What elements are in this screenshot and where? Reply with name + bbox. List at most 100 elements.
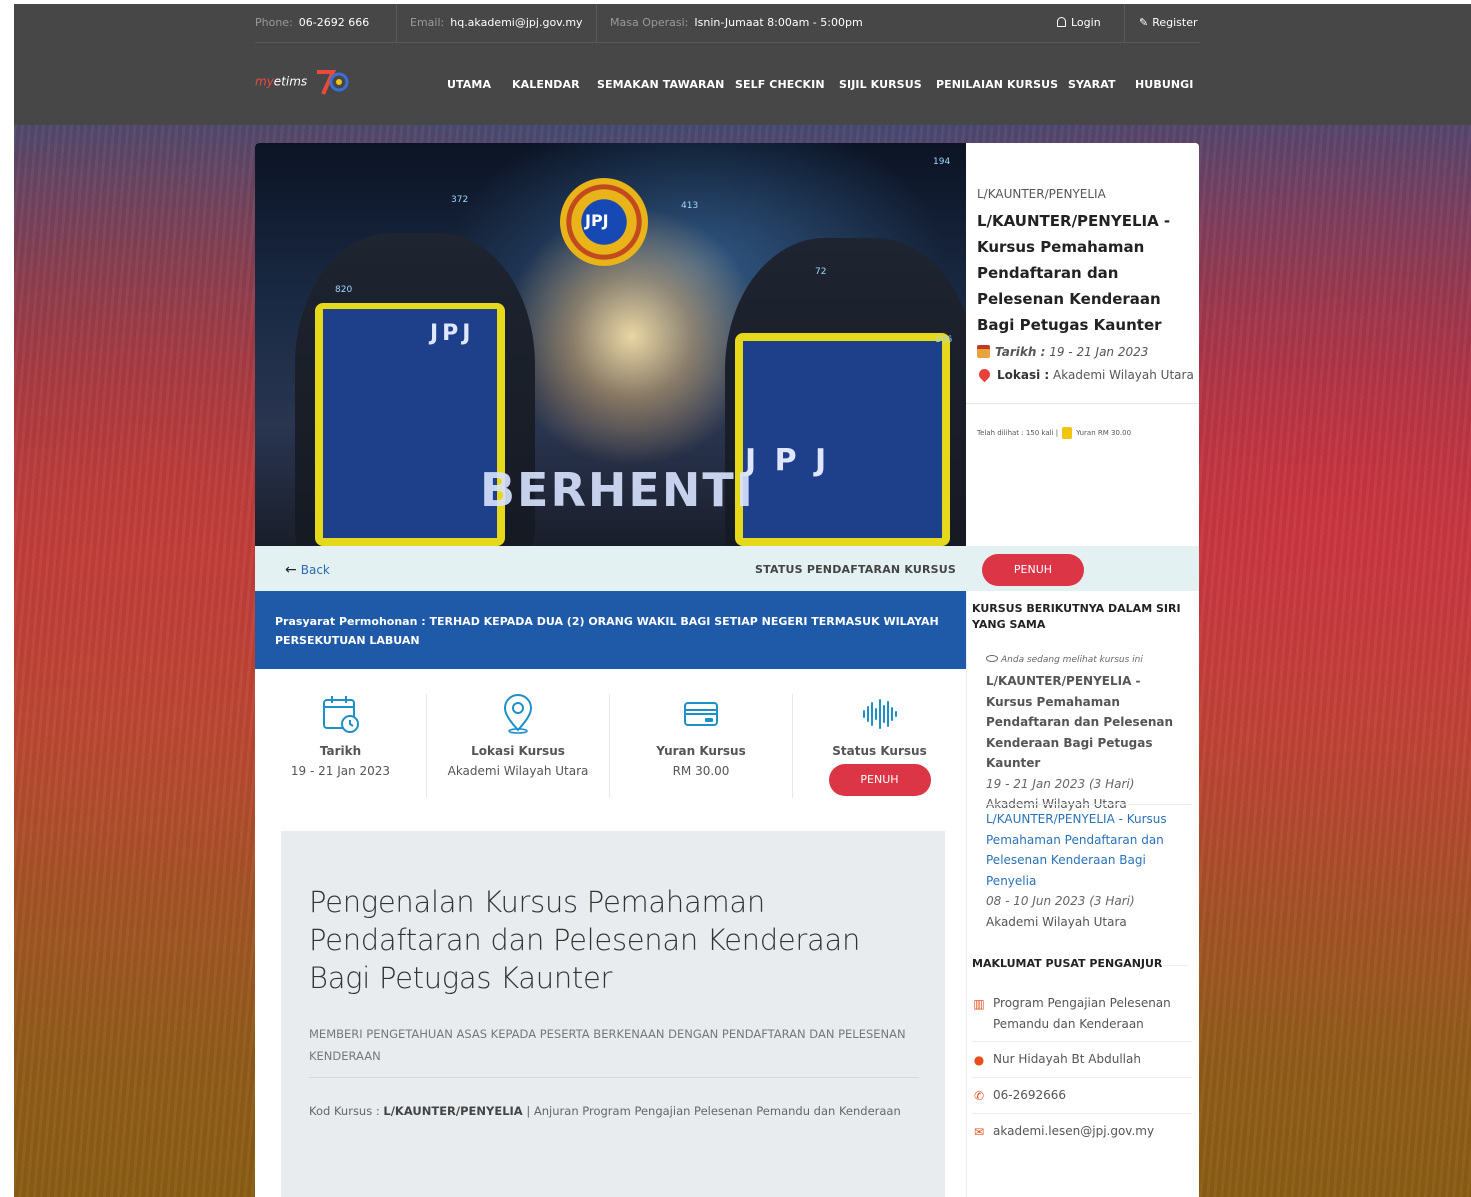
card-icon <box>684 702 718 726</box>
back-label: Back <box>300 563 330 577</box>
net-label: 194 <box>933 157 951 167</box>
registration-status-badge[interactable]: PENUH <box>982 554 1084 586</box>
organizer-program-text: Program Pengajian Pelesenan Pemandu dan … <box>993 996 1171 1031</box>
divider <box>972 1113 1192 1114</box>
series-course-location: Akademi Wilayah Utara <box>986 914 1127 929</box>
net-label: 72 <box>815 267 827 277</box>
course-status-badge[interactable]: PENUH <box>828 764 931 796</box>
coin-icon <box>1062 427 1073 439</box>
net-label: 372 <box>451 195 469 205</box>
location-label: Lokasi : <box>997 368 1050 382</box>
site-logo[interactable]: myetims <box>255 68 349 96</box>
logo-mark-icon <box>317 70 349 95</box>
series-course-date: 08 - 10 Jun 2023 (3 Hari) <box>986 894 1135 908</box>
series-course-current: L/KAUNTER/PENYELIA - Kursus Pemahaman Pe… <box>986 671 1186 815</box>
organizer-phone-text[interactable]: 06-2692666 <box>993 1085 1192 1106</box>
user-icon <box>1057 17 1066 27</box>
nav-self-checkin[interactable]: SELF CHECKIN <box>735 78 825 91</box>
course-category: L/KAUNTER/PENYELIA <box>977 187 1106 201</box>
divider <box>972 1077 1192 1078</box>
series-heading: KURSUS BERIKUTNYA DALAM SIRI YANG SAMA <box>972 602 1181 631</box>
vest-right <box>735 333 950 546</box>
back-link[interactable]: ← Back <box>285 562 330 578</box>
soundwave-icon <box>862 699 897 729</box>
register-link[interactable]: ✎ Register <box>1139 16 1198 29</box>
prerequisite-banner: Prasyarat Permohonan : TERHAD KEPADA DUA… <box>255 591 966 669</box>
organizer-heading: MAKLUMAT PUSAT PENGANJUR <box>972 957 1163 970</box>
series-course-date: 19 - 21 Jan 2023 (3 Hari) <box>986 776 1135 791</box>
nav-semakan-tawaran[interactable]: SEMAKAN TAWARAN <box>597 78 724 91</box>
series-course-title: L/KAUNTER/PENYELIA - Kursus Pemahaman Pe… <box>986 674 1174 770</box>
envelope-icon: ✉ <box>973 1125 985 1139</box>
course-meta: Telah dilihat : 150 kali | Yuran RM 30.00 <box>977 427 1131 439</box>
stat-fee: Yuran Kursus RM 30.00 <box>610 694 792 798</box>
hours-value: Isnin-Jumaat 8:00am - 5:00pm <box>694 16 863 29</box>
view-count: Telah dilihat : 150 kali | <box>977 429 1059 437</box>
divider <box>396 4 397 42</box>
course-description: Pengenalan Kursus Pemahaman Pendaftaran … <box>281 831 945 1197</box>
logo-prefix: my <box>255 74 274 89</box>
phone-info: Phone: 06-2692 666 <box>255 16 369 29</box>
organizer-phone: ✆ 06-2692666 <box>972 1085 1192 1106</box>
series-course-next: L/KAUNTER/PENYELIA - Kursus Pemahaman Pe… <box>986 809 1186 932</box>
net-label: 106 <box>935 335 953 345</box>
course-code-line: Kod Kursus : L/KAUNTER/PENYELIA | Anjura… <box>309 1100 919 1122</box>
nav-utama[interactable]: UTAMA <box>447 78 491 91</box>
stat-value: RM 30.00 <box>672 764 730 778</box>
course-card: JPJ J P J JPJ BERHENTI 372 413 820 194 7… <box>255 143 1199 1197</box>
calendar-icon <box>322 696 359 733</box>
organizer-contact-person: ● Nur Hidayah Bt Abdullah <box>972 1049 1192 1070</box>
vest-badge-right: J P J <box>745 443 831 478</box>
login-link[interactable]: Login <box>1057 16 1101 29</box>
stat-status: Status Kursus PENUH <box>793 694 966 798</box>
stat-value: Akademi Wilayah Utara <box>447 764 589 778</box>
divider <box>309 1077 919 1078</box>
phone-icon: ✆ <box>973 1089 985 1103</box>
divider <box>966 403 1199 404</box>
viewing-note-text: Anda sedang melihat kursus ini <box>1001 655 1143 665</box>
divider <box>986 804 1191 805</box>
divider <box>596 4 597 42</box>
stat-location: Lokasi Kursus Akademi Wilayah Utara <box>427 694 609 798</box>
stat-value: 19 - 21 Jan 2023 <box>290 764 391 778</box>
sidebar: KURSUS BERIKUTNYA DALAM SIRI YANG SAMA A… <box>966 591 1199 1197</box>
nav-sijil-kursus[interactable]: SIJIL KURSUS <box>839 78 922 91</box>
login-label: Login <box>1071 16 1101 29</box>
nav-kalendar[interactable]: KALENDAR <box>512 78 580 91</box>
crest-label: JPJ <box>585 211 609 230</box>
stat-label: Tarikh <box>319 744 362 758</box>
nav-hubungi[interactable]: HUBUNGI <box>1135 78 1193 91</box>
phone-number: 06-2692 666 <box>298 16 370 29</box>
series-course-link[interactable]: L/KAUNTER/PENYELIA - Kursus Pemahaman Pe… <box>986 809 1186 891</box>
nav-penilaian-kursus[interactable]: PENILAIAN KURSUS <box>936 78 1058 91</box>
email-address[interactable]: hq.akademi@jpj.gov.my <box>450 16 582 29</box>
location-pin-icon <box>976 366 993 383</box>
site-header: Phone: 06-2692 666 Email: hq.akademi@jpj.g… <box>14 4 1471 125</box>
organizer-email: ✉ akademi.lesen@jpj.gov.my <box>972 1121 1192 1142</box>
vest-left <box>315 303 505 546</box>
date-value: 19 - 21 Jan 2023 <box>1049 345 1149 359</box>
logo-name: etims <box>273 74 308 89</box>
net-label: 820 <box>335 285 353 295</box>
divider <box>972 1041 1192 1042</box>
vest-badge-left: JPJ <box>430 321 475 346</box>
course-code: L/KAUNTER/PENYELIA <box>383 1104 523 1118</box>
arrow-left-icon: ← <box>285 562 297 578</box>
divider <box>1163 965 1188 966</box>
description-body: MEMBERI PENGETAHUAN ASAS KEPADA PESERTA … <box>309 1027 906 1063</box>
page: Phone: 06-2692 666 Email: hq.akademi@jpj.g… <box>14 4 1471 1197</box>
nav-syarat[interactable]: SYARAT <box>1068 78 1116 91</box>
organizer-email-text[interactable]: akademi.lesen@jpj.gov.my <box>993 1121 1192 1142</box>
course-stats: Tarikh 19 - 21 Jan 2023 Lokasi Kursus Ak… <box>255 669 966 819</box>
course-title: L/KAUNTER/PENYELIA - Kursus Pemahaman Pe… <box>977 212 1171 334</box>
email-info: Email: hq.akademi@jpj.gov.my <box>410 16 583 29</box>
berhenti-sign: BERHENTI <box>480 463 755 517</box>
course-photo: JPJ J P J JPJ BERHENTI 372 413 820 194 7… <box>255 143 966 546</box>
fee-meta: Yuran RM 30.00 <box>1076 429 1132 437</box>
person-icon: ● <box>973 1053 985 1067</box>
organizer-program: ▥ Program Pengajian Pelesenan Pemandu da… <box>972 993 1192 1034</box>
eye-icon <box>986 655 998 662</box>
status-bar: ← Back STATUS PENDAFTARAN KURSUS PENUH <box>255 546 1199 591</box>
register-label: Register <box>1152 16 1198 29</box>
net-label: 413 <box>681 201 699 211</box>
